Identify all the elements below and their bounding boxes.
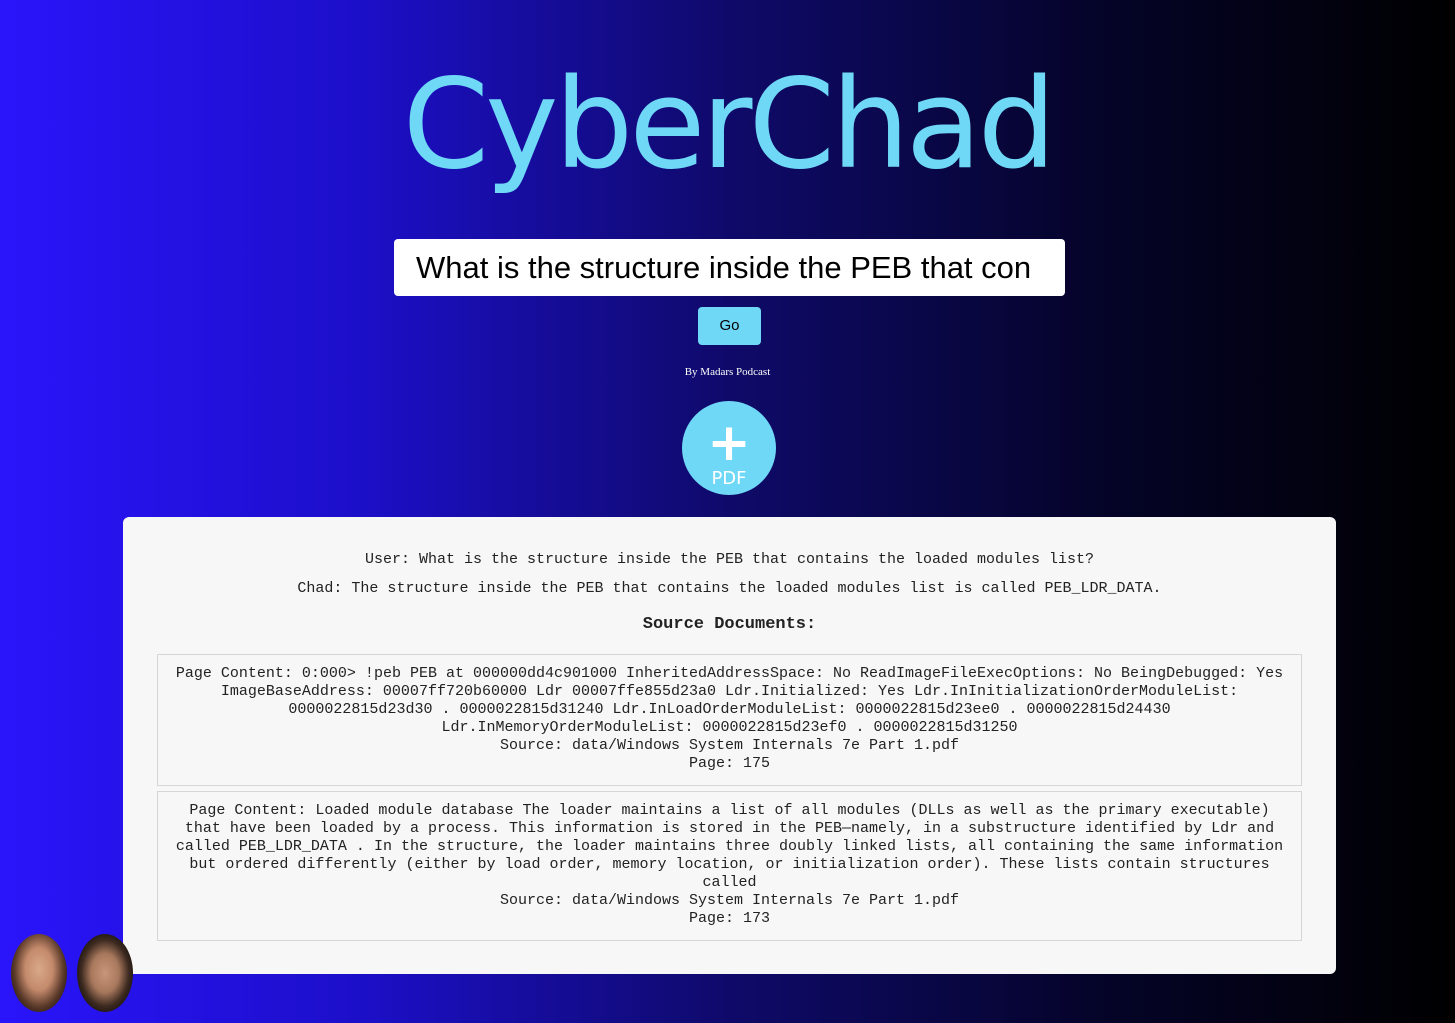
plus-icon: + bbox=[707, 413, 751, 473]
chad-answer: Chad: The structure inside the PEB that … bbox=[297, 580, 1162, 597]
pdf-label: PDF bbox=[711, 468, 747, 489]
source-document: Page Content: Loaded module database The… bbox=[157, 791, 1302, 941]
avatar bbox=[11, 934, 67, 1012]
user-message: User: What is the structure inside the P… bbox=[364, 551, 1095, 568]
byline: By Madars Podcast bbox=[684, 366, 771, 378]
document-source: Source: data/Windows System Internals 7e… bbox=[499, 737, 960, 754]
go-button[interactable]: Go bbox=[698, 307, 761, 345]
document-page: Page: 173 bbox=[688, 910, 770, 927]
source-documents-heading: Source Documents: bbox=[642, 615, 817, 634]
source-document: Page Content: 0:000> !peb PEB at 000000d… bbox=[157, 654, 1302, 786]
document-content: Page Content: 0:000> !peb PEB at 000000d… bbox=[175, 665, 1284, 736]
document-source: Source: data/Windows System Internals 7e… bbox=[499, 892, 960, 909]
app-logo-title: CyberChad bbox=[402, 53, 1057, 197]
search-input[interactable]: What is the structure inside the PEB tha… bbox=[394, 239, 1065, 296]
document-page: Page: 175 bbox=[688, 755, 770, 772]
document-content: Page Content: Loaded module database The… bbox=[175, 802, 1284, 891]
results-panel: User: What is the structure inside the P… bbox=[123, 517, 1336, 974]
upload-pdf-button[interactable]: + PDF bbox=[682, 401, 776, 495]
avatar bbox=[77, 934, 133, 1012]
